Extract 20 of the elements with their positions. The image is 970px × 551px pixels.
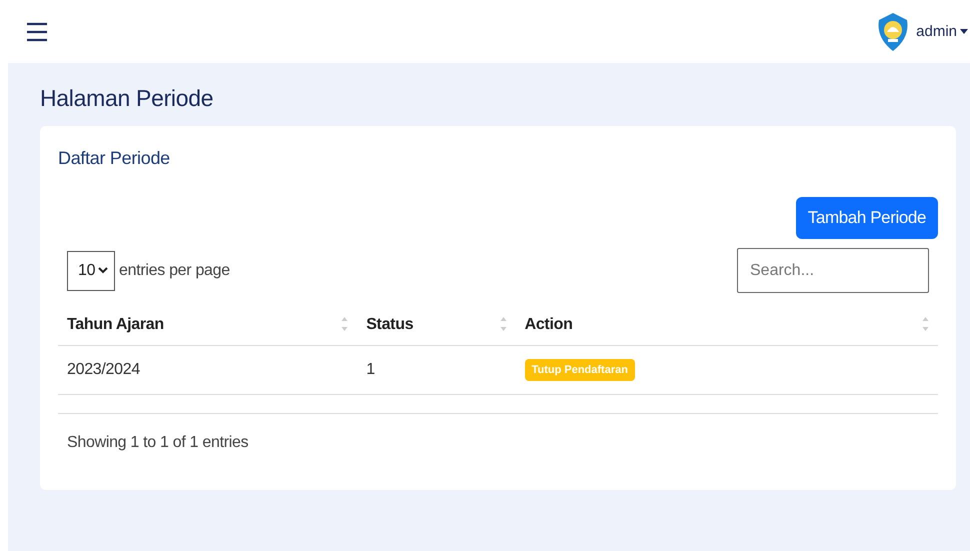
caret-icon [960, 29, 968, 34]
entries-info: Showing 1 to 1 of 1 entries [66, 433, 250, 452]
menu-icon[interactable] [26, 22, 48, 42]
sort-icon [922, 316, 929, 332]
per-page-label: entries per page [119, 262, 230, 280]
column-header[interactable]: Action [524, 316, 573, 333]
search-field[interactable]: Search... [737, 248, 929, 293]
sort-icon [500, 316, 507, 332]
emblem-icon [876, 12, 910, 52]
column-header[interactable]: Tahun Ajaran [67, 316, 164, 333]
per-page-select[interactable]: 10 [67, 250, 115, 290]
column-header[interactable]: Status [366, 316, 414, 333]
page-title: Halaman Periode [40, 85, 214, 112]
add-button[interactable]: Tambah Periode [796, 197, 938, 239]
user-menu-button[interactable]: admin [916, 23, 970, 40]
chevron-icon [98, 267, 108, 274]
table-cell: 1 [357, 346, 516, 395]
table-cell: 2023/2024 [58, 346, 358, 395]
card-title: Daftar Periode [58, 148, 171, 169]
sort-icon [341, 316, 348, 332]
